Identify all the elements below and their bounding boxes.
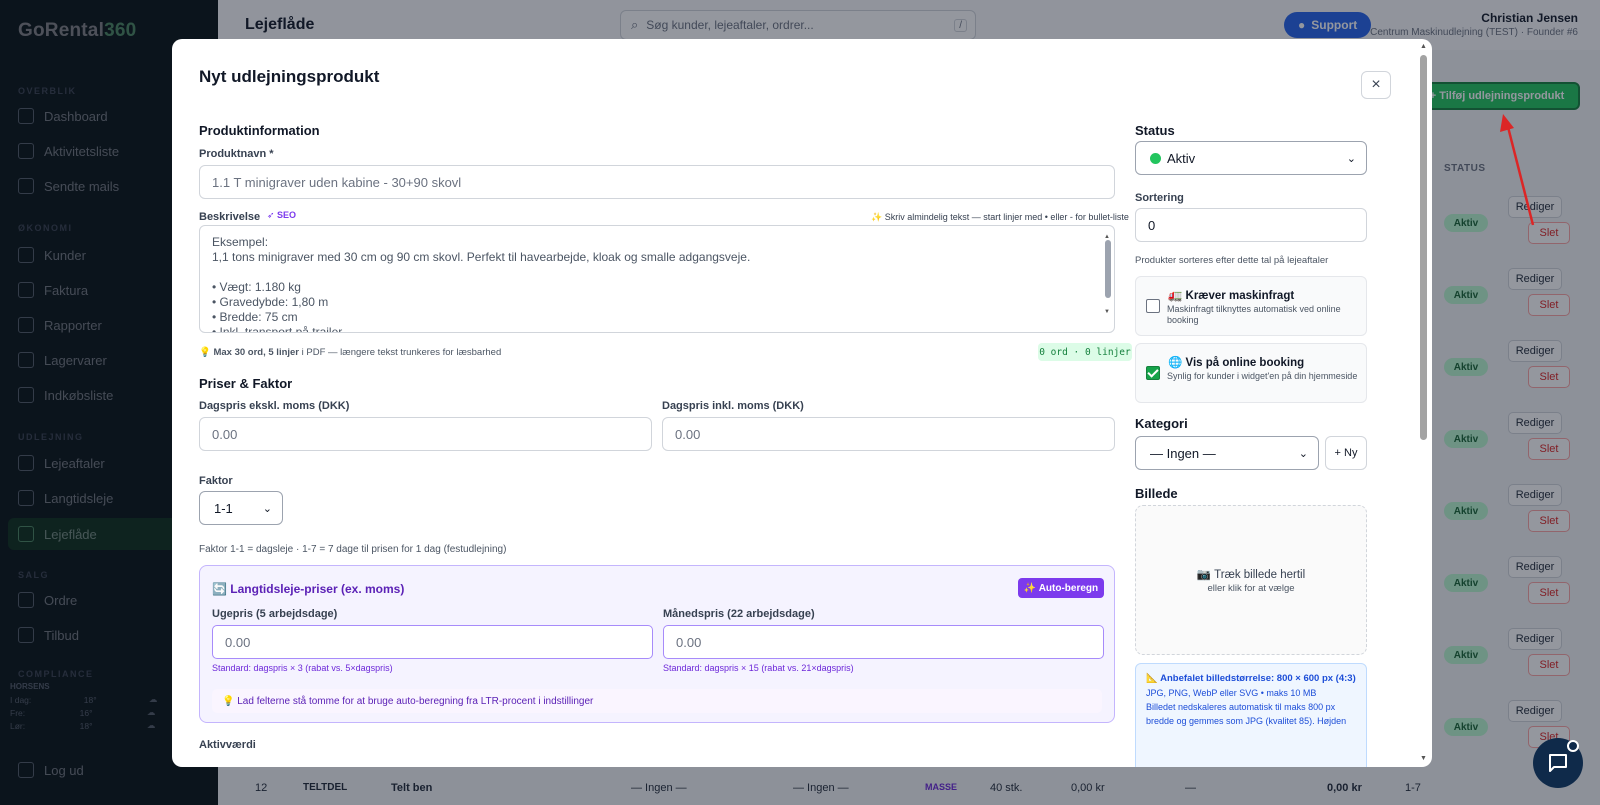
sorting-input[interactable]: 0 bbox=[1135, 208, 1367, 242]
requires-freight-title: 🚛 Kræver maskinfragt bbox=[1168, 290, 1295, 302]
month-price-label: Månedspris (22 arbejdsdage) bbox=[663, 608, 815, 620]
day-price-incl-input[interactable]: 0.00 bbox=[662, 417, 1115, 451]
drop-zone-sub: eller klik for at vælge bbox=[1207, 583, 1295, 594]
status-select[interactable]: Aktiv ⌄ bbox=[1135, 141, 1367, 175]
auto-calculate-button[interactable]: ✨ Auto-beregn bbox=[1018, 578, 1104, 598]
image-size-info: 📐 Anbefalet billedstørrelse: 800 × 600 p… bbox=[1135, 663, 1367, 767]
asset-value-label: Aktivværdi bbox=[199, 739, 256, 751]
seo-tag: ➶ SEO bbox=[267, 210, 297, 220]
requires-freight-checkbox[interactable] bbox=[1146, 299, 1160, 313]
day-price-incl-label: Dagspris inkl. moms (DKK) bbox=[662, 400, 804, 412]
chevron-down-icon: ⌄ bbox=[262, 502, 272, 515]
scroll-up-arrow: ▲ bbox=[1420, 43, 1427, 50]
day-price-excl-input[interactable]: 0.00 bbox=[199, 417, 652, 451]
factor-label: Faktor bbox=[199, 475, 233, 487]
ltr-note: 💡 Lad felterne stå tomme for at bruge au… bbox=[212, 689, 1102, 713]
day-price-excl-label: Dagspris ekskl. moms (DKK) bbox=[199, 400, 350, 412]
week-price-hint: Standard: dagspris × 3 (rabat vs. 5×dags… bbox=[212, 663, 393, 673]
modal-title: Nyt udlejningsprodukt bbox=[199, 67, 380, 86]
modal-scrollbar[interactable]: ▲ ▼ bbox=[1419, 43, 1428, 763]
week-price-input[interactable]: 0.00 bbox=[212, 625, 653, 659]
image-label: Billede bbox=[1135, 486, 1178, 501]
scroll-thumb bbox=[1420, 55, 1427, 440]
word-line-counter: 0 ord · 0 linjer bbox=[1038, 343, 1132, 361]
product-name-label: Produktnavn * bbox=[199, 148, 274, 160]
description-label: Beskrivelse bbox=[199, 211, 261, 223]
close-modal-button[interactable]: × bbox=[1361, 71, 1391, 99]
sorting-hint: Produkter sorteres efter dette tal på le… bbox=[1135, 255, 1329, 266]
product-name-input[interactable]: 1.1 T minigraver uden kabine - 30+90 sko… bbox=[199, 165, 1115, 199]
factor-select[interactable]: 1-1 ⌄ bbox=[199, 491, 283, 525]
scroll-down-arrow: ▼ bbox=[1420, 755, 1427, 762]
online-booking-title: 🌐 Vis på online booking bbox=[1168, 357, 1305, 369]
image-info-formats: JPG, PNG, WebP eller SVG • maks 10 MB bbox=[1146, 688, 1317, 698]
section-pricing: Priser & Faktor bbox=[199, 376, 293, 391]
online-booking-desc: Synlig for kunder i widget'en på din hje… bbox=[1167, 371, 1358, 381]
rocket-icon: ➶ bbox=[267, 210, 278, 220]
image-info-desc: Billedet nedskaleres automatisk til maks… bbox=[1146, 702, 1347, 726]
chat-icon bbox=[1549, 754, 1567, 772]
month-price-hint: Standard: dagspris × 15 (rabat vs. 21×da… bbox=[663, 663, 854, 673]
description-limit-hint: 💡 Max 30 ord, 5 linjer i PDF — længere t… bbox=[199, 347, 502, 358]
requires-freight-desc: Maskinfragt tilknyttes automatisk ved on… bbox=[1167, 304, 1341, 325]
month-price-input[interactable]: 0.00 bbox=[663, 625, 1104, 659]
description-tip: ✨ Skriv almindelig tekst — start linjer … bbox=[871, 212, 1129, 222]
drop-zone-main: 📷 Træk billede hertil bbox=[1196, 569, 1306, 581]
week-price-label: Ugepris (5 arbejdsdage) bbox=[212, 608, 338, 620]
lightbulb-icon: 💡 bbox=[199, 347, 214, 358]
image-info-title: 📐 Anbefalet billedstørrelse: 800 × 600 p… bbox=[1146, 673, 1356, 684]
section-product-info: Produktinformation bbox=[199, 123, 320, 138]
chevron-down-icon: ⌄ bbox=[1298, 447, 1308, 460]
status-label: Status bbox=[1135, 123, 1175, 138]
long-term-rental-box: 🔄 Langtidsleje-priser (ex. moms) ✨ Auto-… bbox=[199, 565, 1115, 723]
chat-widget-button[interactable] bbox=[1533, 738, 1583, 788]
description-textarea[interactable]: Eksempel: 1,1 tons minigraver med 30 cm … bbox=[199, 225, 1115, 333]
category-label: Kategori bbox=[1135, 416, 1188, 431]
close-icon: × bbox=[1371, 76, 1381, 93]
category-select[interactable]: — Ingen — ⌄ bbox=[1135, 436, 1319, 470]
chat-notification-dot bbox=[1567, 740, 1579, 752]
ltr-title: 🔄 Langtidsleje-priser (ex. moms) bbox=[212, 582, 405, 596]
requires-freight-card[interactable]: 🚛 Kræver maskinfragt Maskinfragt tilknyt… bbox=[1135, 276, 1367, 336]
sorting-label: Sortering bbox=[1135, 192, 1184, 204]
online-booking-card[interactable]: 🌐 Vis på online booking Synlig for kunde… bbox=[1135, 343, 1367, 403]
online-booking-checkbox[interactable] bbox=[1146, 366, 1160, 380]
image-drop-zone[interactable]: 📷 Træk billede hertil eller klik for at … bbox=[1135, 505, 1367, 655]
textarea-scrollbar[interactable]: ▲ ▼ bbox=[1104, 230, 1112, 320]
factor-hint: Faktor 1-1 = dagsleje · 1-7 = 7 dage til… bbox=[199, 544, 507, 555]
chevron-down-icon: ⌄ bbox=[1346, 152, 1356, 165]
new-category-button[interactable]: + Ny bbox=[1325, 436, 1367, 470]
status-dot-icon bbox=[1150, 152, 1161, 164]
new-product-modal: Nyt udlejningsprodukt × Produktinformati… bbox=[172, 39, 1432, 767]
